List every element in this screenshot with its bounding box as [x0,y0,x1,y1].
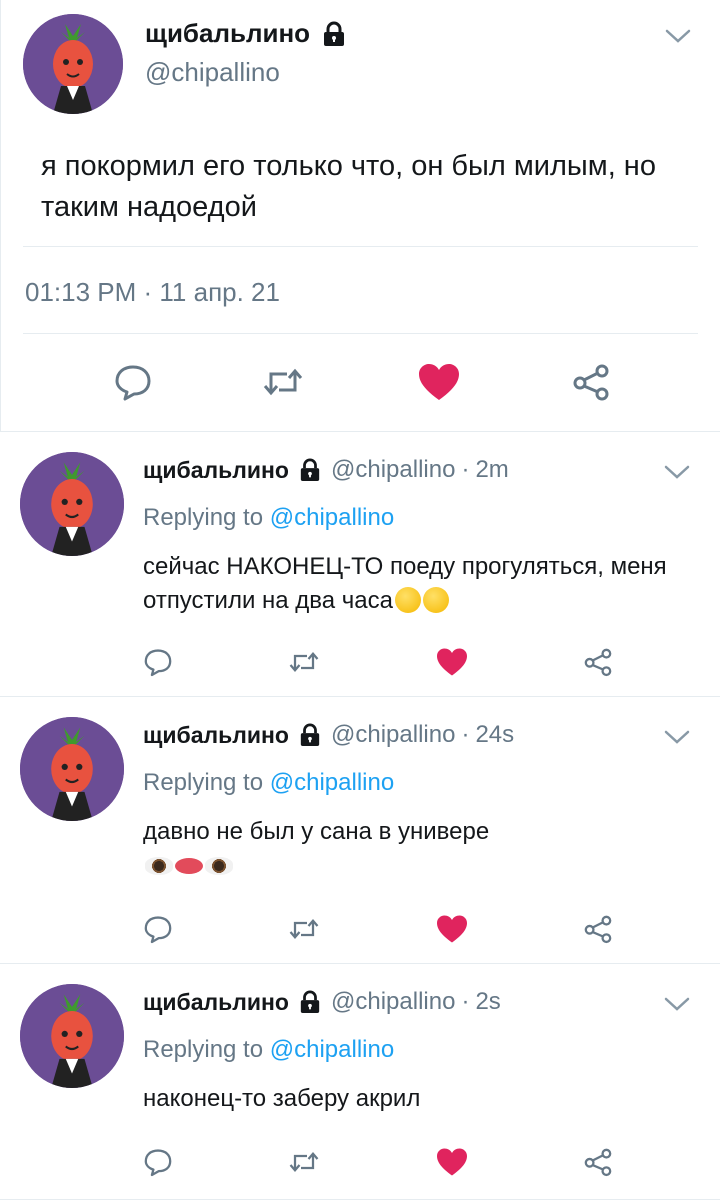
chevron-down-icon[interactable] [662,727,692,747]
user-handle[interactable]: @chipallino [145,57,280,88]
mention-link[interactable]: @chipallino [270,504,394,531]
reply-icon [144,916,172,944]
reply-icon [144,1149,172,1177]
lock-icon [300,458,320,481]
tweet-text: я покормил его только что, он был милым,… [41,150,656,223]
lock-icon [300,990,320,1013]
chevron-down-icon[interactable] [662,462,692,482]
reply-tweet[interactable]: щибальлино @chipallino · 2s Replying to … [0,964,720,1200]
share-button[interactable] [567,358,615,406]
like-icon [419,364,459,400]
lips-emoji [175,858,203,874]
reply-time: 2s [475,988,501,1015]
retweet-icon [263,368,303,396]
retweet-icon [289,652,319,672]
user-handle[interactable]: @chipallino [331,456,455,484]
like-button[interactable] [434,1144,470,1180]
share-button[interactable] [580,911,616,947]
display-name[interactable]: щибальлино [145,18,346,49]
retweet-button[interactable] [286,644,322,680]
like-icon [437,915,467,943]
share-icon [584,648,612,677]
avatar[interactable] [20,452,124,556]
reply-header: щибальлино @chipallino · 2s [143,988,501,1016]
drooling-face-emoji [394,587,421,613]
avatar-icon [23,14,123,114]
reply-tweet[interactable]: щибальлино @chipallino · 2m Replying to … [0,432,720,697]
retweet-icon [289,1152,319,1172]
retweet-icon [289,919,319,939]
like-icon [437,1148,467,1176]
user-handle[interactable]: @chipallino [331,721,455,749]
separator: · [461,988,470,1015]
share-icon [584,1148,612,1177]
avatar[interactable] [23,14,123,114]
separator: · [461,721,470,748]
reply-time: 24s [475,721,515,748]
eye-emoji [205,857,233,875]
avatar-icon [20,452,124,556]
chevron-down-icon[interactable] [662,994,692,1014]
action-bar [0,911,720,951]
reply-text: давно не был у сана в универе [143,815,503,883]
reply-header: щибальлино @chipallino · 2m [143,456,509,484]
reply-icon [144,649,172,677]
reply-button[interactable] [140,911,176,947]
separator: · [461,456,470,483]
action-bar [1,358,720,408]
reply-tweet[interactable]: щибальлино @chipallino · 24s Replying to… [0,697,720,964]
reply-button[interactable] [140,644,176,680]
like-icon [437,648,467,676]
avatar[interactable] [20,717,124,821]
share-button[interactable] [580,1144,616,1180]
retweet-button[interactable] [286,1144,322,1180]
divider [23,333,698,334]
replying-to: Replying to @chipallino [143,769,395,796]
avatar[interactable] [20,984,124,1088]
lock-icon [300,723,320,746]
mention-link[interactable]: @chipallino [270,769,394,796]
share-icon [584,915,612,944]
user-handle[interactable]: @chipallino [331,988,455,1016]
action-bar [0,644,720,684]
reply-button[interactable] [109,358,157,406]
reply-text: наконец-то заберу акрил [143,1085,421,1112]
reply-time: 2m [475,456,509,483]
retweet-button[interactable] [259,358,307,406]
tweet-timestamp: 01:13 PM · 11 апр. 21 [25,277,280,307]
display-name[interactable]: щибальлино [143,457,289,484]
eye-emoji [145,857,173,875]
like-button[interactable] [434,644,470,680]
reply-text: сейчас НАКОНЕЦ-ТО поеду прогуляться, мен… [143,553,667,614]
lock-icon [324,21,345,46]
mention-link[interactable]: @chipallino [270,1036,394,1063]
divider [23,246,698,247]
like-button[interactable] [434,911,470,947]
reply-header: щибальлино @chipallino · 24s [143,721,514,749]
action-bar [0,1144,720,1184]
share-icon [573,364,609,401]
like-button[interactable] [415,358,463,406]
reply-icon [115,365,151,401]
main-tweet: щибальлино @chipallino я покормил его то… [0,0,720,432]
share-button[interactable] [580,644,616,680]
avatar-icon [20,717,124,821]
replying-to: Replying to @chipallino [143,1036,395,1063]
replying-to: Replying to @chipallino [143,504,395,531]
avatar-icon [20,984,124,1088]
display-name[interactable]: щибальлино [143,989,289,1016]
display-name[interactable]: щибальлино [143,722,289,749]
reply-button[interactable] [140,1144,176,1180]
frowning-face-emoji [422,587,449,613]
chevron-down-icon[interactable] [663,26,693,46]
retweet-button[interactable] [286,911,322,947]
